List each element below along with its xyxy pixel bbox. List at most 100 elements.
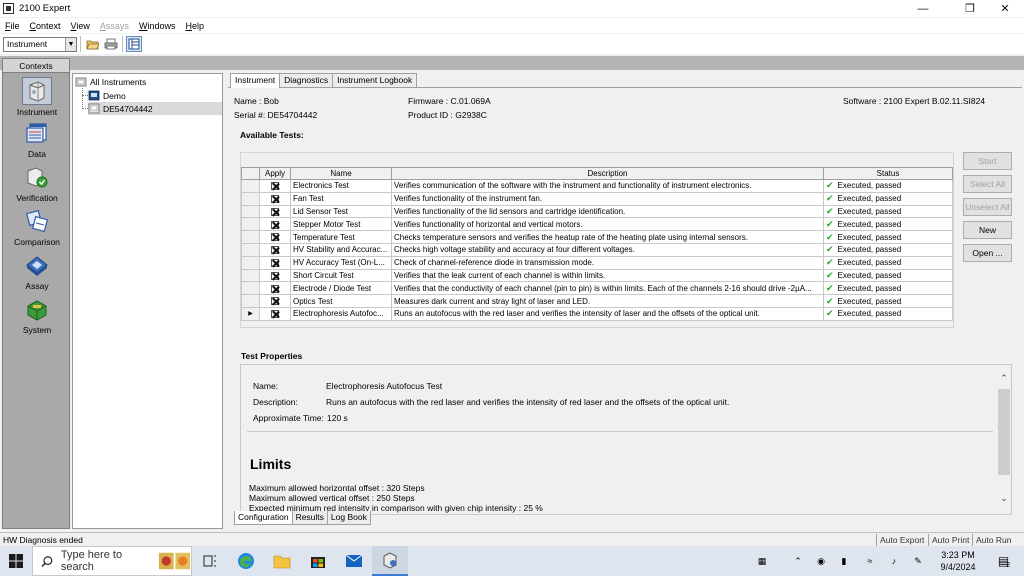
start-button[interactable]: Start	[963, 152, 1012, 170]
tray-network-button[interactable]: ≈	[862, 546, 878, 576]
unselect-all-button[interactable]: Unselect All	[963, 198, 1012, 216]
scroll-up-icon[interactable]: ⌃	[997, 373, 1011, 384]
toggle-view-button[interactable]	[126, 36, 142, 52]
table-row[interactable]: Stepper Motor Test Verifies functionalit…	[241, 217, 953, 232]
tab-configuration[interactable]: Configuration	[234, 511, 293, 525]
notifications-button[interactable]: ▤ 2	[992, 546, 1016, 576]
menu-view[interactable]: View	[66, 21, 95, 31]
system-icon	[27, 300, 47, 321]
chevron-down-icon[interactable]: ▼	[65, 37, 76, 51]
test-description: Verifies that the leak current of each c…	[391, 268, 824, 283]
context-select-value: Instrument	[7, 39, 48, 49]
new-button[interactable]: New	[963, 221, 1012, 239]
open-button[interactable]: Open ...	[963, 244, 1012, 262]
scroll-down-icon[interactable]: ⌄	[997, 493, 1011, 504]
expert-app-button[interactable]	[372, 546, 408, 576]
tab-results[interactable]: Results	[291, 511, 328, 525]
passed-check-icon: ✔	[826, 295, 834, 306]
table-row[interactable]: Optics Test Measures dark current and st…	[241, 294, 953, 308]
menu-assays[interactable]: Assays	[95, 21, 134, 31]
apply-checkbox[interactable]	[259, 268, 291, 283]
apply-checkbox[interactable]	[259, 242, 291, 257]
select-all-button[interactable]: Select All	[963, 175, 1012, 193]
menu-windows[interactable]: Windows	[134, 21, 181, 31]
menu-context[interactable]: Context	[25, 21, 66, 31]
tab-instrument[interactable]: Instrument	[230, 73, 281, 88]
mail-button[interactable]	[336, 546, 372, 576]
apply-checkbox[interactable]	[259, 230, 291, 244]
tray-volume-button[interactable]: ♪	[886, 546, 902, 576]
volume-icon: ♪	[891, 556, 897, 566]
column-header-status[interactable]: Status	[823, 167, 953, 180]
menu-help-label: elp	[191, 20, 204, 31]
status-auto-print[interactable]: Auto Print	[928, 534, 972, 546]
scrollbar-thumb[interactable]	[998, 389, 1010, 475]
apply-checkbox[interactable]	[259, 294, 291, 308]
context-comparison[interactable]: Comparison	[3, 209, 71, 247]
context-select[interactable]: Instrument ▼	[3, 36, 77, 52]
tree-connector	[82, 88, 83, 109]
menu-file[interactable]: File	[0, 21, 25, 31]
status-auto-run[interactable]: Auto Run	[972, 534, 1014, 546]
tab-diagnostics[interactable]: Diagnostics	[279, 73, 334, 87]
apply-checkbox[interactable]	[259, 204, 291, 219]
table-row[interactable]: HV Accuracy Test (On-L... Check of chann…	[241, 255, 953, 270]
column-header-description[interactable]: Description	[391, 167, 824, 180]
apply-checkbox[interactable]	[259, 179, 291, 193]
table-row[interactable]: Fan Test Verifies functionality of the i…	[241, 191, 953, 206]
column-header-apply[interactable]: Apply	[259, 167, 291, 180]
edge-browser-button[interactable]	[228, 546, 264, 576]
tab-instrument-logbook[interactable]: Instrument Logbook	[332, 73, 418, 87]
apply-checkbox[interactable]	[259, 191, 291, 206]
table-row[interactable]: Lid Sensor Test Verifies functionality o…	[241, 204, 953, 219]
status-auto-export[interactable]: Auto Export	[876, 534, 927, 546]
comparison-icon	[25, 209, 49, 233]
file-explorer-button[interactable]	[264, 546, 300, 576]
tray-news-button[interactable]: ▦	[752, 546, 772, 576]
properties-scrollbar[interactable]: ⌃ ⌄	[997, 365, 1011, 514]
menu-help[interactable]: Help	[180, 21, 209, 31]
table-row[interactable]: Short Circuit Test Verifies that the lea…	[241, 268, 953, 283]
table-row[interactable]: Temperature Test Checks temperature sens…	[241, 230, 953, 244]
menu-assays-label: ssays	[105, 20, 129, 31]
expert-app-icon	[383, 552, 397, 569]
close-button[interactable]: ✕	[985, 0, 1024, 17]
context-system[interactable]: System	[3, 297, 71, 335]
test-status-text: Executed, passed	[837, 283, 902, 293]
taskbar-clock[interactable]: 3:23 PM 9/4/2024	[928, 549, 988, 573]
tray-overflow-button[interactable]: ⌃	[790, 546, 806, 576]
checkbox-checked-icon	[271, 182, 279, 191]
close-icon: ✕	[1000, 3, 1010, 15]
tree-item-all-instruments[interactable]: All Instruments	[75, 75, 222, 88]
apply-checkbox[interactable]	[259, 281, 291, 296]
context-instrument[interactable]: Instrument	[3, 77, 71, 117]
tree-item-demo[interactable]: Demo	[88, 89, 222, 102]
checkbox-checked-icon	[271, 310, 279, 319]
table-row[interactable]: Electronics Test Verifies communication …	[241, 179, 953, 193]
apply-checkbox[interactable]	[259, 306, 291, 321]
tree-item-de54704442[interactable]: DE54704442	[88, 102, 222, 115]
table-row[interactable]: HV Stability and Accurac... Checks high …	[241, 242, 953, 257]
checkbox-checked-icon	[271, 207, 279, 216]
apply-checkbox[interactable]	[259, 255, 291, 270]
meet-now-icon: ◉	[817, 555, 825, 566]
apply-checkbox[interactable]	[259, 217, 291, 232]
print-button[interactable]	[103, 36, 119, 52]
context-data[interactable]: Data	[3, 121, 71, 159]
start-button[interactable]	[0, 546, 32, 576]
table-row[interactable]: Electrode / Diode Test Verifies that the…	[241, 281, 953, 296]
context-verification[interactable]: Verification	[3, 165, 71, 203]
table-row-selected[interactable]: ▶ Electrophoresis Autofoc... Runs an aut…	[241, 306, 953, 321]
restore-button[interactable]: ❐	[950, 0, 990, 17]
context-assay[interactable]: Assay	[3, 253, 71, 291]
taskbar-search-input[interactable]: Type here to search	[32, 546, 192, 576]
minimize-button[interactable]: —	[903, 0, 943, 17]
task-view-button[interactable]	[192, 546, 228, 576]
tab-log-book[interactable]: Log Book	[326, 511, 371, 525]
open-folder-button[interactable]	[84, 36, 100, 52]
store-button[interactable]	[300, 546, 336, 576]
tray-battery-button[interactable]: ▮	[836, 546, 852, 576]
column-header-name[interactable]: Name	[290, 167, 392, 180]
tray-meet-button[interactable]: ◉	[814, 546, 828, 576]
tray-pen-button[interactable]: ✎	[910, 546, 926, 576]
